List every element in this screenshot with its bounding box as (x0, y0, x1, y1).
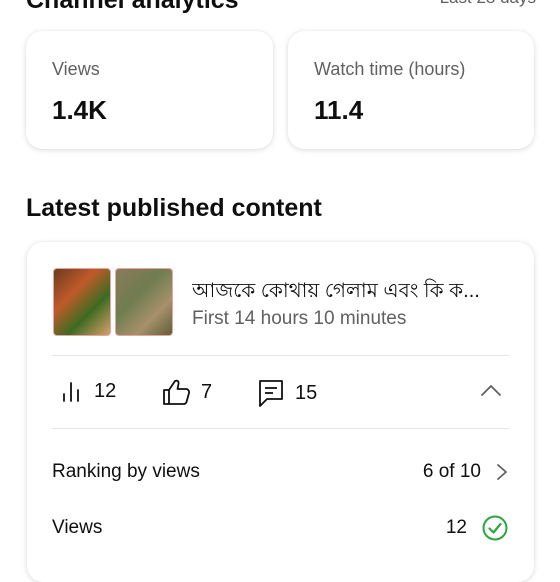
channel-analytics-title: Channel analytics (26, 0, 239, 14)
thumbs-up-icon (163, 379, 190, 405)
chevron-up-icon (481, 385, 501, 396)
views-metric: 12 (58, 378, 116, 404)
collapse-button[interactable] (479, 382, 503, 403)
video-thumbnail[interactable] (53, 268, 111, 336)
ranking-value: 6 of 10 (422, 461, 481, 482)
views-stat-card[interactable]: Views 1.4K (26, 31, 273, 149)
divider (52, 428, 509, 429)
video-title[interactable]: আজকে কোথায় গেলাম এবং কি ক... (192, 276, 512, 309)
views-stat-label: Views (52, 59, 100, 79)
likes-metric: 7 (161, 378, 212, 406)
ranking-by-views-row[interactable]: Ranking by views 6 of 10 (52, 452, 509, 492)
video-subtitle: First 14 hours 10 minutes (192, 308, 407, 329)
watch-time-stat-card[interactable]: Watch time (hours) 11.4 (288, 31, 534, 149)
watch-time-stat-value: 11.4 (314, 95, 364, 125)
divider (52, 355, 509, 356)
views-row-label: Views (52, 517, 103, 538)
bar-chart-icon (63, 382, 79, 402)
ranking-label: Ranking by views (52, 461, 200, 482)
latest-content-card: আজকে কোথায় গেলাম এবং কি ক... First 14 h… (27, 242, 534, 582)
comments-metric: 15 (257, 378, 317, 408)
check-circle-icon (482, 515, 508, 541)
latest-published-title: Latest published content (26, 194, 322, 222)
comment-icon (259, 380, 283, 407)
views-count: 12 (94, 379, 117, 402)
views-stat-value: 1.4K (52, 95, 107, 125)
video-thumbnail-secondary[interactable] (115, 268, 173, 336)
watch-time-stat-label: Watch time (hours) (314, 59, 466, 79)
likes-count: 7 (201, 380, 213, 403)
comments-count: 15 (295, 381, 318, 404)
views-row: Views 12 (52, 508, 509, 548)
date-range-label[interactable]: Last 28 days (440, 0, 536, 8)
chevron-right-icon (497, 464, 507, 480)
views-row-value: 12 (445, 517, 467, 538)
